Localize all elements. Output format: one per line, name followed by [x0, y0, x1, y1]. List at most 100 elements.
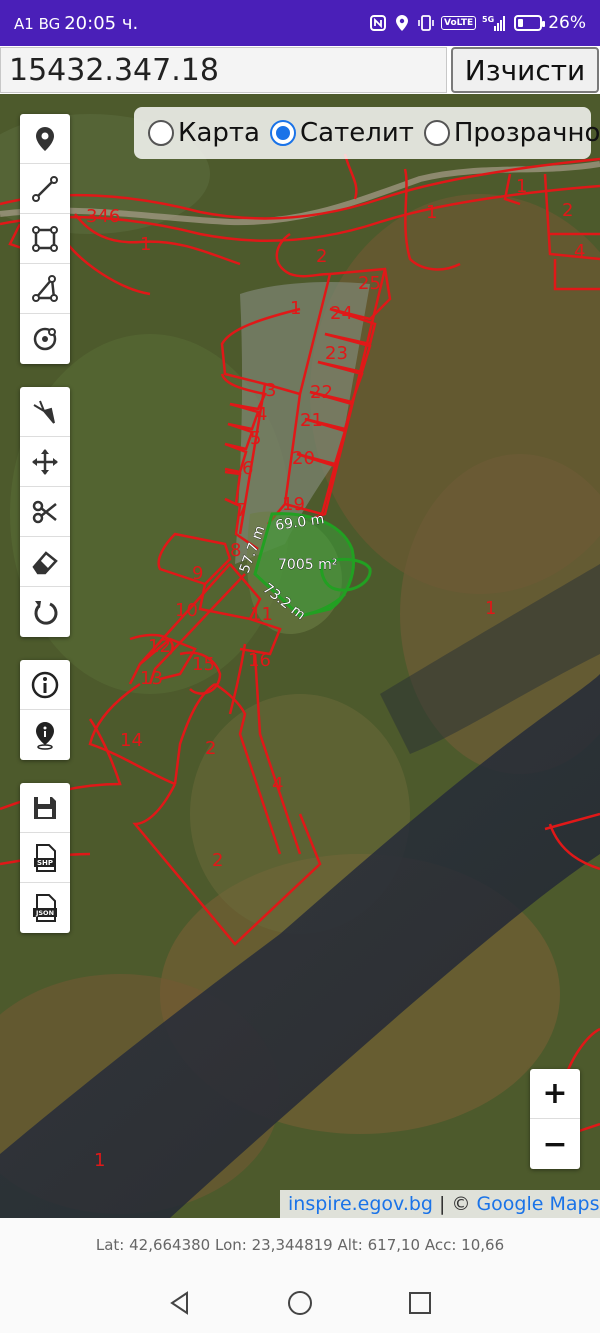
select-icon — [33, 400, 55, 424]
undo-button[interactable] — [20, 587, 70, 637]
json-label: JSON — [35, 909, 54, 917]
home-button[interactable] — [283, 1286, 317, 1320]
layer-label-satellite: Сателит — [299, 118, 414, 148]
parcel-label: 1 — [426, 202, 437, 223]
undo-icon — [34, 601, 58, 625]
parcel-label: 8 — [230, 540, 241, 561]
parcel-label: 10 — [175, 600, 198, 621]
parcel-label: 4 — [272, 774, 283, 795]
system-nav-bar — [0, 1272, 600, 1333]
edit-toolbar — [20, 387, 70, 637]
parcel-label: 11 — [250, 604, 273, 625]
circle-icon — [33, 327, 57, 351]
map-attribution: inspire.egov.bg | © Google Maps — [280, 1190, 600, 1218]
polyline-icon — [32, 175, 58, 202]
zoom-out-button[interactable]: − — [530, 1119, 580, 1169]
info-icon — [31, 671, 59, 698]
parcel-label: 4 — [574, 241, 585, 262]
back-button[interactable] — [163, 1286, 197, 1320]
home-icon — [288, 1290, 312, 1315]
save-icon — [34, 796, 56, 819]
triangle-icon — [32, 274, 58, 302]
polygon-icon — [32, 225, 58, 252]
layer-label-transparent: Прозрачно — [453, 118, 600, 148]
parcel-label: 13 — [140, 668, 163, 689]
zoom-in-button[interactable]: + — [530, 1069, 580, 1119]
eraser-icon — [32, 550, 58, 574]
parcel-label: 12 — [148, 636, 171, 657]
layer-selector: Карта Сателит Прозрачно — [134, 107, 600, 159]
save-toolbar: SHP JSON — [20, 783, 70, 933]
parcel-label: 16 — [248, 650, 271, 671]
parcel-label: 346 — [86, 206, 120, 227]
attribution-provider-link[interactable]: Google Maps — [476, 1193, 599, 1215]
export-shp-button[interactable]: SHP — [20, 833, 70, 883]
attribution-separator: | © — [439, 1193, 471, 1215]
polygon-button[interactable] — [20, 214, 70, 264]
location-info-button[interactable] — [20, 710, 70, 760]
save-button[interactable] — [20, 783, 70, 833]
parcel-label: 2 — [562, 200, 573, 221]
location-icon — [393, 14, 411, 32]
select-button[interactable] — [20, 387, 70, 437]
recents-button[interactable] — [403, 1286, 437, 1320]
polyline-button[interactable] — [20, 164, 70, 214]
shp-file-icon: SHP — [34, 843, 56, 872]
parcel-label: 14 — [120, 730, 143, 751]
parcel-label: 9 — [192, 563, 203, 584]
info-button[interactable] — [20, 660, 70, 710]
circle-button[interactable] — [20, 314, 70, 364]
layer-option-transparent[interactable]: Прозрачно — [423, 118, 600, 148]
parcel-label: 23 — [325, 343, 348, 364]
battery-icon — [514, 15, 546, 31]
export-json-button[interactable]: JSON — [20, 883, 70, 933]
parcel-label: 21 — [300, 410, 323, 431]
radio-satellite[interactable] — [269, 120, 296, 146]
layer-label-map: Карта — [178, 118, 260, 148]
zoom-controls: + − — [530, 1069, 580, 1169]
attribution-source-link[interactable]: inspire.egov.bg — [288, 1193, 433, 1215]
map-canvas[interactable]: 346 1 2 25 24 23 22 21 20 19 3 4 5 6 7 8… — [0, 94, 600, 1218]
parcel-label: 7 — [236, 500, 247, 521]
layer-option-map[interactable]: Карта — [148, 118, 260, 148]
parcel-label: 20 — [292, 448, 315, 469]
parcel-label: 1 — [290, 298, 301, 319]
parcel-label: 25 — [358, 273, 381, 294]
json-file-icon: JSON — [33, 894, 57, 922]
radio-transparent[interactable] — [423, 120, 450, 146]
add-point-icon — [36, 126, 54, 151]
parcel-label: 1 — [516, 176, 527, 197]
parcel-label: 15 — [192, 654, 215, 675]
clock: 20:05 ч. — [64, 12, 139, 34]
parcel-label: 22 — [310, 382, 333, 403]
measure-area: 7005 m² — [278, 557, 337, 573]
nfc-icon — [369, 14, 387, 32]
parcel-label: 19 — [282, 494, 305, 515]
parcel-search-input[interactable] — [0, 47, 447, 93]
clear-button[interactable]: Изчисти — [451, 47, 599, 93]
parcel-label: 4 — [256, 404, 267, 425]
recents-icon — [409, 1291, 431, 1314]
shp-label: SHP — [37, 859, 53, 867]
volte-icon: VoLTE — [441, 16, 477, 30]
parcel-label: 24 — [330, 303, 353, 324]
move-icon — [32, 448, 58, 475]
parcel-label: 2 — [316, 246, 327, 267]
triangle-button[interactable] — [20, 264, 70, 314]
cut-button[interactable] — [20, 487, 70, 537]
status-bar: A1 BG 20:05 ч. VoLTE 5G 26% — [0, 0, 600, 46]
radio-map[interactable] — [148, 120, 174, 146]
parcel-label: 1 — [140, 234, 151, 255]
layer-option-satellite[interactable]: Сателит — [269, 118, 414, 148]
battery-percent: 26% — [548, 13, 586, 33]
info-toolbar — [20, 660, 70, 760]
move-button[interactable] — [20, 437, 70, 487]
svg-text:5G: 5G — [482, 15, 494, 24]
parcel-label: 2 — [212, 850, 223, 871]
location-info-icon — [36, 722, 54, 750]
signal-5g-icon: 5G — [482, 14, 508, 32]
back-icon — [170, 1290, 188, 1315]
add-point-button[interactable] — [20, 114, 70, 164]
satellite-map[interactable]: 346 1 2 25 24 23 22 21 20 19 3 4 5 6 7 8… — [0, 94, 600, 1218]
eraser-button[interactable] — [20, 537, 70, 587]
